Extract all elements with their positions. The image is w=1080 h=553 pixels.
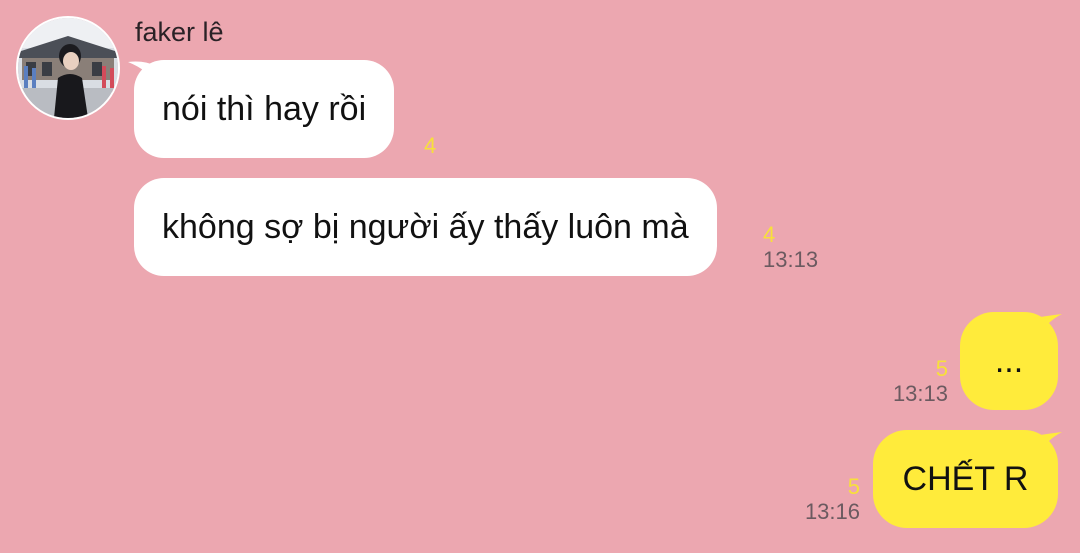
- unread-count: 5: [935, 356, 948, 381]
- message-meta: 5 13:13: [893, 357, 948, 407]
- message-time: 13:16: [804, 499, 860, 524]
- message-meta: 5 13:16: [805, 475, 860, 525]
- message-time: 13:13: [763, 247, 819, 272]
- bubble-tail: [1034, 432, 1062, 454]
- sender-name: faker lê: [135, 17, 224, 47]
- bubble-tail: [1034, 314, 1062, 336]
- message-meta: 4: [424, 134, 436, 158]
- message-time: 13:13: [892, 381, 948, 406]
- unread-count: 4: [763, 222, 776, 247]
- unread-count: 5: [847, 474, 860, 499]
- avatar-photo: [18, 18, 118, 118]
- incoming-message-bubble[interactable]: không sợ bị người ấy thấy luôn mà: [134, 178, 717, 276]
- unread-count: 4: [424, 133, 437, 158]
- message-text: nói thì hay rồi: [162, 89, 367, 128]
- outgoing-message-bubble[interactable]: CHẾT R: [873, 430, 1058, 528]
- message-text: CHẾT R: [902, 459, 1029, 498]
- message-meta: 4 13:13: [763, 223, 818, 273]
- incoming-message-bubble[interactable]: nói thì hay rồi: [134, 60, 395, 158]
- message-text: không sợ bị người ấy thấy luôn mà: [162, 207, 689, 246]
- sender-avatar[interactable]: [16, 16, 120, 120]
- message-text: ...: [994, 341, 1024, 380]
